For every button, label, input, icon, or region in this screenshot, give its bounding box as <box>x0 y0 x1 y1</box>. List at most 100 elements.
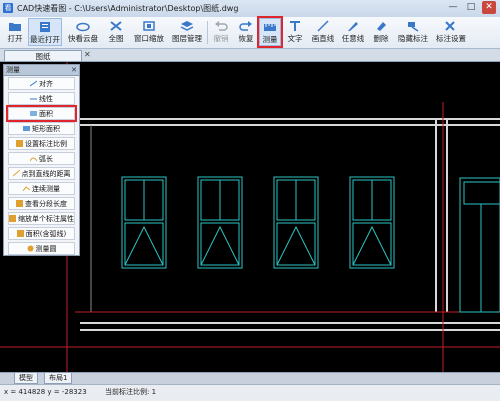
layers-label: 图层管理 <box>172 34 202 43</box>
window-1 <box>121 176 167 269</box>
wall-outline <box>80 118 500 331</box>
hide-annotation-button[interactable]: 隐藏标注 <box>396 18 430 46</box>
freehand-button[interactable]: 任意线 <box>340 18 366 46</box>
measure-button[interactable]: 测量 <box>257 16 283 48</box>
cloud-label: 快看云盘 <box>68 34 98 43</box>
layers-button[interactable]: 图层管理 <box>170 18 204 46</box>
measure-item-area[interactable]: 面积 <box>6 105 77 122</box>
fullview-icon <box>109 20 123 32</box>
window-zoom-button[interactable]: 窗口缩放 <box>132 18 166 46</box>
layout-tab-bar: 模型 布局1 <box>0 372 500 384</box>
measure-item-align[interactable]: 对齐 <box>8 77 75 90</box>
measure-item-circle[interactable]: 测量圆 <box>8 242 75 255</box>
measure-item-arc-area[interactable]: 面积(含弧线) <box>8 227 75 240</box>
scale-annotation-icon <box>9 214 16 222</box>
close-button[interactable]: ✕ <box>482 1 496 14</box>
measure-item-label: 连续测量 <box>32 185 60 193</box>
tab-drawing[interactable]: 图纸 <box>4 50 82 61</box>
cursor-coordinates: x = 414828 y = -28323 <box>4 388 87 396</box>
pencil-icon <box>346 20 360 32</box>
measure-item-label: 设置标注比例 <box>25 140 67 148</box>
hide-annotation-label: 隐藏标注 <box>398 34 428 43</box>
arc-area-icon <box>16 229 24 237</box>
window-title: CAD快速看图 - C:\Users\Administrator\Desktop… <box>17 4 239 13</box>
recent-label: 最近打开 <box>30 35 60 44</box>
measure-icon <box>263 21 277 33</box>
linear-measure-icon <box>30 94 37 101</box>
status-bar: x = 414828 y = -28323 当前标注比例: 1 <box>0 384 500 401</box>
cloud-button[interactable]: 快看云盘 <box>66 18 100 46</box>
delete-label: 删除 <box>373 34 389 43</box>
text-label: 文字 <box>287 34 303 43</box>
measure-item-label: 测量圆 <box>35 245 57 253</box>
measure-item-point-line[interactable]: 点到直线的距离 <box>8 167 75 180</box>
close-tab-icon[interactable]: ✕ <box>84 50 91 60</box>
door-partial <box>459 177 500 313</box>
redo-label: 恢复 <box>238 34 254 43</box>
redo-button[interactable]: 恢复 <box>235 18 257 46</box>
rect-area-icon <box>23 124 30 131</box>
window-zoom-icon <box>142 20 156 32</box>
fullview-label: 全图 <box>108 34 124 43</box>
window-3 <box>273 176 319 269</box>
line-button[interactable]: 画直线 <box>310 18 336 46</box>
text-button[interactable]: 文字 <box>285 18 305 46</box>
measure-item-rect-area[interactable]: 矩形面积 <box>8 122 75 135</box>
recent-button[interactable]: 最近打开 <box>28 18 62 46</box>
measure-item-label: 点到直线的距离 <box>21 170 71 178</box>
measure-item-label: 缩放单个标注属性 <box>18 215 74 223</box>
measure-item-set-scale[interactable]: 设置标注比例 <box>8 137 75 150</box>
annotation-settings-icon <box>444 20 458 32</box>
panel-close-icon[interactable]: ✕ <box>71 65 77 75</box>
minimize-button[interactable]: — <box>446 1 460 14</box>
title-bar: 看 CAD快速看图 - C:\Users\Administrator\Deskt… <box>0 0 500 18</box>
measure-item-label: 面积 <box>39 110 53 118</box>
app-logo-icon: 看 <box>3 3 13 13</box>
line-label: 画直线 <box>311 34 335 43</box>
measure-item-continuous[interactable]: 连续测量 <box>8 182 75 195</box>
freehand-label: 任意线 <box>341 34 365 43</box>
scale-icon <box>16 139 23 147</box>
maximize-button[interactable]: □ <box>464 1 478 14</box>
redo-icon <box>239 20 253 32</box>
layers-icon <box>180 20 194 32</box>
folder-icon <box>8 20 22 32</box>
measure-panel-header[interactable]: 测量 ✕ <box>4 65 79 76</box>
main-toolbar: 打开 最近打开 快看云盘 全图 窗口缩放 图层管理 撤销 恢复 测量 文字 画直… <box>0 16 500 49</box>
annotation-scale-status: 当前标注比例: 1 <box>105 388 157 396</box>
measure-item-scale-annotation[interactable]: 缩放单个标注属性 <box>8 212 75 225</box>
undo-icon <box>214 20 228 32</box>
measure-item-linear[interactable]: 线性 <box>8 92 75 105</box>
text-icon <box>288 20 302 32</box>
tab-layout1[interactable]: 布局1 <box>44 373 73 384</box>
fullview-button[interactable]: 全图 <box>104 18 128 46</box>
window-zoom-label: 窗口缩放 <box>134 34 164 43</box>
measure-panel: 测量 ✕ 对齐 线性 面积 矩形面积 设置标注比例 弧长 点到直线的距离 连续测… <box>3 64 80 256</box>
line-icon <box>316 20 330 32</box>
measure-label: 测量 <box>262 35 278 44</box>
undo-button[interactable]: 撤销 <box>210 18 232 46</box>
annotation-settings-button[interactable]: 标注设置 <box>434 18 468 46</box>
measure-item-label: 对齐 <box>39 80 53 88</box>
toolbar-divider <box>207 21 208 44</box>
measure-item-arc-length[interactable]: 弧长 <box>8 152 75 165</box>
recent-icon <box>38 21 52 33</box>
window-2 <box>197 176 243 269</box>
segment-icon <box>16 199 23 207</box>
annotation-settings-label: 标注设置 <box>436 34 466 43</box>
point-line-icon <box>12 169 20 177</box>
document-tab-bar: 图纸 ✕ <box>0 49 500 62</box>
open-button[interactable]: 打开 <box>3 18 27 46</box>
undo-label: 撤销 <box>213 34 229 43</box>
measure-panel-title: 测量 <box>6 66 20 74</box>
circle-measure-icon <box>27 244 34 252</box>
align-measure-icon <box>29 79 38 87</box>
window-4 <box>349 176 395 269</box>
arc-icon <box>29 154 38 162</box>
measure-item-label: 线性 <box>39 95 53 103</box>
open-label: 打开 <box>7 34 23 43</box>
measure-item-segment-length[interactable]: 查看分段长度 <box>8 197 75 210</box>
tab-model[interactable]: 模型 <box>14 373 38 384</box>
delete-button[interactable]: 删除 <box>370 18 392 46</box>
area-icon <box>30 109 37 116</box>
